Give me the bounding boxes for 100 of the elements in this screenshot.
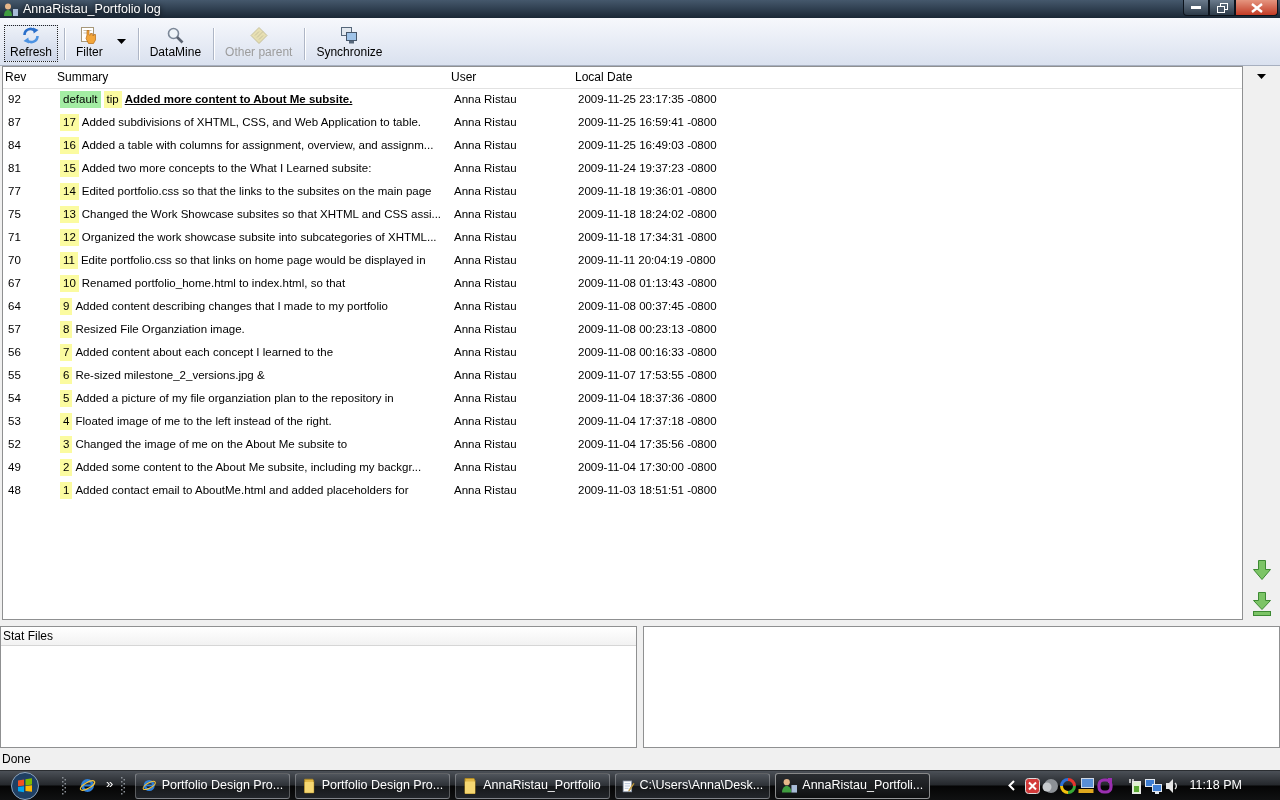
monitors-icon — [340, 27, 359, 44]
close-button[interactable] — [1235, 0, 1278, 16]
author-name: Anna Ristau — [453, 183, 518, 199]
restore-icon — [1216, 2, 1228, 13]
orbit-icon[interactable] — [79, 777, 96, 794]
commit-date: 2009-11-03 18:51:51 -0800 — [577, 482, 718, 498]
revision-number: 84 — [7, 137, 22, 153]
tag: 7 — [60, 344, 73, 361]
speaker-icon[interactable] — [1165, 777, 1180, 794]
tag: 4 — [60, 413, 73, 430]
minimize-button[interactable] — [1183, 0, 1209, 16]
commit-date: 2009-11-08 00:37:45 -0800 — [577, 298, 718, 314]
revision-number: 87 — [7, 114, 22, 130]
chevron-left-icon[interactable] — [1008, 780, 1016, 791]
taskbar-button[interactable]: C:\Users\Anna\Desk... — [615, 772, 771, 799]
taskbar-button[interactable]: Portfolio Design Pro... — [135, 772, 291, 799]
arrow-down-icon[interactable] — [1251, 560, 1272, 580]
revision-number: 71 — [7, 229, 22, 245]
summary-text: Edited portfolio.css so that the links to the subsites on the main page — [81, 185, 432, 197]
flag-orb-icon — [10, 771, 40, 800]
column-header: Rev — [3, 67, 55, 88]
clock[interactable]: 11:18 PM — [1189, 778, 1242, 793]
folder-icon — [302, 777, 317, 794]
tag: 9 — [60, 298, 73, 315]
commit-date: 2009-11-07 17:53:55 -0800 — [577, 367, 718, 383]
tag: 10 — [60, 275, 79, 292]
summary-text: Edite portfolio.css so that links on home page would be displayed in — [80, 254, 426, 266]
toolbar-button[interactable]: Synchronize — [310, 25, 389, 62]
author-name: Anna Ristau — [453, 482, 518, 498]
summary-text: Added subdivisions of XHTML, CSS, and Web Application to table. — [81, 116, 422, 128]
summary-text: Added contact email to AboutMe.html and added placeholders for — [75, 484, 409, 496]
revision-number: 92 — [3, 88, 55, 111]
summary-text: Added content describing changes that I made to my portfolio — [75, 300, 388, 312]
restore-button[interactable] — [1209, 0, 1235, 16]
revision-number: 77 — [7, 183, 22, 199]
summary-text: Added some content to the About Me subsite, including my backgr... — [75, 461, 422, 473]
tag: 17 — [60, 114, 79, 131]
summary-text: Floated image of me to the left instead of the right. — [75, 415, 332, 427]
author-name: Anna Ristau — [453, 321, 518, 337]
tag: 1 — [60, 482, 73, 499]
tag: 14 — [60, 183, 79, 200]
summary-text: Organized the work showcase subsite into subcategories of XHTML... — [81, 231, 437, 243]
revision-number: 52 — [7, 436, 22, 452]
summary-text: Renamed portfolio_home.html to index.html, so that — [81, 277, 346, 289]
folder-icon — [462, 777, 479, 794]
caret-down-icon[interactable] — [1257, 74, 1266, 79]
sphere-icon[interactable] — [1042, 777, 1059, 794]
overflow-button[interactable]: » — [104, 776, 116, 791]
toolbar-button[interactable]: DataMine — [143, 25, 208, 62]
revision-number: 64 — [7, 298, 22, 314]
taskbar-button[interactable]: AnnaRistau_Portfoli... — [775, 772, 931, 799]
toolbar-button[interactable]: Refresh — [4, 25, 59, 62]
summary-text: Added a picture of my file organziation plan to the repository in — [75, 392, 394, 404]
revision-number: 54 — [7, 390, 22, 406]
commit-date: 2009-11-25 23:17:35 -0800 — [573, 88, 1242, 111]
author-name: Anna Ristau — [453, 206, 518, 222]
person-icon — [782, 778, 798, 793]
column-header: Local Date — [573, 67, 1242, 88]
swirl-icon[interactable] — [1060, 777, 1077, 794]
commit-date: 2009-11-08 00:23:13 -0800 — [577, 321, 718, 337]
network-icon[interactable] — [1145, 777, 1164, 794]
revision-number: 53 — [7, 413, 22, 429]
taskbar-button[interactable]: Portfolio Design Pro... — [295, 772, 451, 799]
column-header: User — [449, 67, 573, 88]
author-name: Anna Ristau — [453, 413, 518, 429]
author-name: Anna Ristau — [453, 137, 518, 153]
author-name: Anna Ristau — [453, 114, 518, 130]
revision-number: 57 — [7, 321, 22, 337]
person-icon — [4, 2, 18, 16]
power-plug-icon[interactable] — [1129, 777, 1144, 794]
hand-document-icon — [80, 27, 99, 44]
author-name: Anna Ristau — [453, 344, 518, 360]
revision-number: 75 — [7, 206, 22, 222]
tag: 15 — [60, 160, 79, 177]
tag: 16 — [60, 137, 79, 154]
commit-date: 2009-11-11 20:04:19 -0800 — [577, 252, 717, 268]
author-name: Anna Ristau — [453, 459, 518, 475]
taskbar-button[interactable]: AnnaRistau_Portfolio — [455, 772, 611, 799]
author-name: Anna Ristau — [453, 390, 518, 406]
diamond-icon — [249, 27, 268, 44]
commit-date: 2009-11-25 16:49:03 -0800 — [577, 137, 718, 153]
summary-text: Changed the Work Showcase subsites so that XHTML and CSS assi... — [81, 208, 442, 220]
notepad-icon — [622, 777, 635, 794]
commit-date: 2009-11-18 17:34:31 -0800 — [577, 229, 718, 245]
grip-icon — [121, 775, 126, 796]
magnifier-icon — [166, 27, 185, 44]
commit-date: 2009-11-18 19:36:01 -0800 — [577, 183, 718, 199]
revision-number: 48 — [7, 482, 22, 498]
shield-x-icon[interactable] — [1025, 777, 1041, 794]
summary-text: Re-sized milestone_2_versions.jpg & — [75, 369, 265, 381]
author-name: Anna Ristau — [453, 367, 518, 383]
summary-text: Resized File Organziation image. — [75, 323, 245, 335]
toolbar-button[interactable]: Filter — [70, 25, 132, 62]
start-button[interactable] — [10, 771, 40, 800]
commit-date: 2009-11-24 19:37:23 -0800 — [577, 160, 718, 176]
revision-number: 49 — [7, 459, 22, 475]
computer-icon[interactable] — [1078, 777, 1096, 794]
arrow-down-to-line-icon[interactable] — [1251, 592, 1272, 616]
tag: 3 — [60, 436, 73, 453]
commit-date: 2009-11-08 01:13:43 -0800 — [577, 275, 718, 291]
